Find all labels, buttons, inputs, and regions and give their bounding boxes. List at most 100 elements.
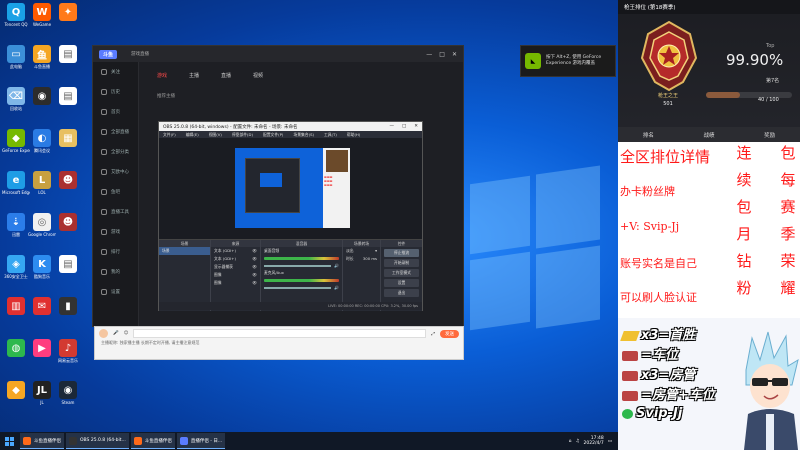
desktop-icon[interactable]: ◐ 腾讯会议 (28, 129, 56, 153)
volume-slider[interactable]: 🔊 (261, 284, 342, 291)
tab-1[interactable]: 主播 (189, 72, 199, 79)
desktop-icon[interactable]: ✉ (28, 297, 56, 316)
obs-menu-item[interactable]: 停靠部件(D) (232, 132, 253, 138)
control-button[interactable]: 设置 (384, 279, 419, 287)
volume-icon[interactable]: ♫ (575, 439, 579, 444)
notification-icon[interactable]: ▭ (608, 439, 612, 444)
desktop-icon[interactable]: ⇣ 迅雷 (2, 213, 30, 237)
sidebar-item[interactable]: 我的 (93, 262, 138, 282)
sidebar-item[interactable]: 游戏 (93, 222, 138, 242)
taskbar-item[interactable]: 斗鱼直播伴侣 (20, 433, 64, 449)
sidebar-item[interactable]: 艾欧中心 (93, 162, 138, 182)
rank-tab[interactable]: 战绩 (679, 131, 740, 139)
duration-field[interactable]: 时长 300 ms (343, 255, 380, 263)
volume-slider[interactable]: 🔊 (261, 262, 342, 269)
rank-tab[interactable]: 排名 (618, 131, 679, 139)
desktop-icon[interactable]: ◎ Google Chrome (28, 213, 56, 237)
sidebar-item[interactable]: 设置 (93, 282, 138, 302)
desktop-icon[interactable]: ◉ Steam (54, 381, 82, 405)
visibility-icon[interactable]: 👁 (252, 272, 257, 278)
desktop-icon[interactable]: ♪ 网易云音乐 (54, 339, 82, 363)
tab-0[interactable]: 游戏 (157, 72, 167, 79)
desktop-icon[interactable]: ◆GeForce Experience (2, 129, 30, 153)
desktop-icon[interactable]: e Microsoft Edge (2, 171, 30, 195)
minimize-icon[interactable]: — (426, 51, 432, 58)
control-button[interactable]: 开始录制 (384, 259, 419, 267)
maximize-icon[interactable]: □ (439, 51, 445, 58)
desktop-icon[interactable]: ☻ (54, 213, 82, 232)
control-button[interactable]: 工作室模式 (384, 269, 419, 277)
obs-menu-item[interactable]: 文件(F) (163, 132, 176, 138)
avatar[interactable] (99, 329, 108, 338)
desktop-icon[interactable]: ⌫ 回收站 (2, 87, 30, 111)
control-button[interactable]: 退出 (384, 289, 419, 297)
desktop-icon[interactable]: ▭ 此电脑 (2, 45, 30, 69)
fullscreen-icon[interactable]: ⤢ (431, 331, 435, 337)
sidebar-item[interactable]: 历史 (93, 82, 138, 102)
maximize-icon[interactable]: □ (402, 124, 406, 129)
clock[interactable]: 17:48 2022/4/7 (584, 436, 604, 446)
start-button[interactable] (0, 432, 18, 450)
visibility-icon[interactable]: 👁 (252, 280, 257, 286)
desktop-icon[interactable]: ▥ (2, 297, 30, 316)
source-item[interactable]: 显示器捕获 👁 (211, 263, 260, 271)
obs-menu-item[interactable]: 编辑(E) (186, 132, 199, 138)
sidebar-item[interactable]: 全部分类 (93, 142, 138, 162)
geforce-popup[interactable]: ◣ 按下 Alt+Z, 使用 GeForce Experience 游戏内覆盖 (520, 45, 616, 77)
obs-menu-item[interactable]: 场景集合(S) (293, 132, 314, 138)
desktop-icon[interactable]: ▮ (54, 297, 82, 316)
desktop-icon[interactable]: ◍ (2, 339, 30, 358)
visibility-icon[interactable]: 👁 (252, 264, 257, 270)
close-icon[interactable]: ✕ (414, 124, 418, 129)
obs-preview-canvas[interactable]: ▬▬▬ ▬▬▬ ▬▬▬ (235, 148, 350, 228)
desktop-icon[interactable]: ◉ (28, 87, 56, 106)
desktop-icon[interactable]: ◆ (2, 381, 30, 400)
desktop-icon[interactable]: W WeGame (28, 3, 56, 27)
desktop-icon[interactable]: ▤ (54, 45, 82, 64)
tab-2[interactable]: 直播 (221, 72, 231, 79)
chat-input[interactable] (133, 329, 427, 338)
obs-menu-item[interactable]: 工具(T) (324, 132, 337, 138)
source-item[interactable]: 图像 👁 (211, 279, 260, 287)
visibility-icon[interactable]: 👁 (252, 256, 257, 262)
sidebar-item[interactable]: 全部直播 (93, 122, 138, 142)
desktop-icon[interactable]: ▤ (54, 87, 82, 106)
taskbar-item[interactable]: 直播伴侣 - 日... (176, 433, 226, 449)
rank-tab[interactable]: 奖励 (739, 131, 800, 139)
tab-3[interactable]: 视频 (253, 72, 263, 79)
source-item[interactable]: 图像 👁 (211, 271, 260, 279)
desktop-icon[interactable]: JL JL (28, 381, 56, 405)
close-icon[interactable]: ✕ (452, 51, 457, 58)
source-item[interactable]: 文本 (GDI+) 👁 (211, 247, 260, 255)
network-icon[interactable]: ⌂ (569, 439, 572, 444)
desktop-icon[interactable]: Q Tencent QQ (2, 3, 30, 27)
desktop-icon[interactable]: ✦ (54, 3, 82, 22)
scene-item[interactable]: 场景 (159, 247, 210, 255)
obs-menu-item[interactable]: 帮助(H) (347, 132, 360, 138)
control-button[interactable]: 停止推流 (384, 249, 419, 257)
desktop-icon[interactable]: ◈ 360安全卫士 (2, 255, 30, 279)
sidebar-item[interactable]: 直播工具 (93, 202, 138, 222)
visibility-icon[interactable]: 👁 (252, 248, 257, 254)
sidebar-item[interactable]: 鱼吧 (93, 182, 138, 202)
obs-menu-item[interactable]: 视图(V) (209, 132, 222, 138)
source-item[interactable]: 文本 (GDI+) 👁 (211, 255, 260, 263)
emoji-icon[interactable]: ☺ (124, 331, 129, 336)
sidebar-item[interactable]: 首页 (93, 102, 138, 122)
taskbar-item[interactable]: 斗鱼直播伴侣 (130, 433, 175, 449)
desktop-icon[interactable]: ▤ (54, 255, 82, 274)
desktop-icon[interactable]: 鱼斗鱼直播 (28, 45, 56, 69)
desktop-icon[interactable]: ☻ (54, 171, 82, 190)
sidebar-item[interactable]: 排行 (93, 242, 138, 262)
desktop-icon[interactable]: K 酷狗音乐 (28, 255, 56, 279)
desktop-icon[interactable]: L LOL (28, 171, 56, 195)
obs-menu-item[interactable]: 配置文件(P) (263, 132, 283, 138)
desktop-icon[interactable]: ▦ (54, 129, 82, 148)
microphone-icon[interactable]: 🎤 (113, 331, 119, 336)
send-button[interactable]: 发送 (440, 329, 459, 338)
desktop-icon[interactable]: ▶ (28, 339, 56, 358)
minimize-icon[interactable]: — (389, 124, 394, 129)
sidebar-item[interactable]: 关注 (93, 62, 138, 82)
taskbar-item[interactable]: OBS 25.0.8 (64-bit... (66, 433, 129, 449)
transition-select[interactable]: 淡出 ▾ (343, 247, 380, 255)
